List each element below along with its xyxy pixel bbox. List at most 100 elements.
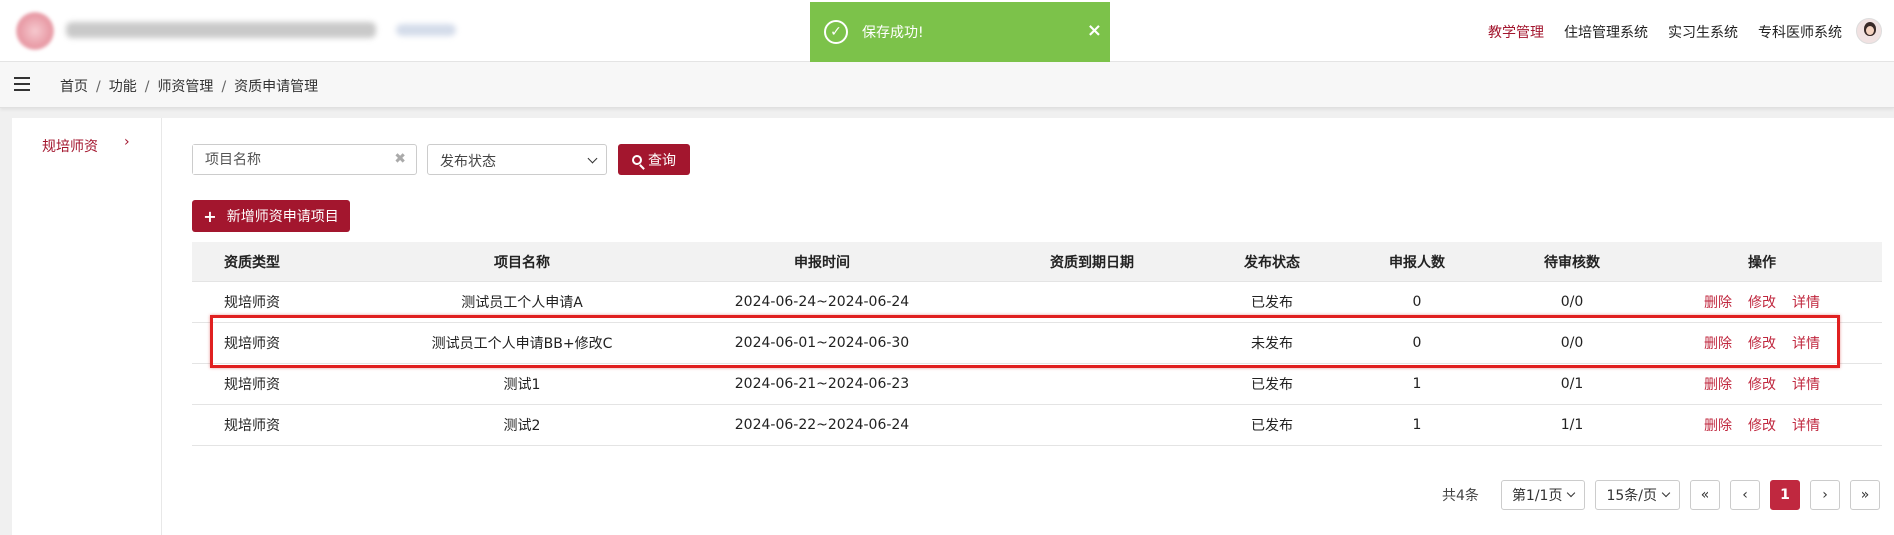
toast-message: 保存成功! [862,25,924,41]
add-qualification-project-button[interactable]: + 新增师资申请项目 [192,200,350,232]
header-qualification-type: 资质类型 [224,254,280,271]
query-button[interactable]: 查询 [618,144,690,175]
query-button-label: 查询 [648,152,676,169]
cell-type: 规培师资 [224,295,280,311]
cell-period: 2024-06-01~2024-06-30 [734,335,910,351]
delete-link[interactable]: 删除 [1704,333,1732,353]
delete-link[interactable]: 删除 [1704,415,1732,435]
breadcrumb: 首页 / 功能 / 师资管理 / 资质申请管理 [60,79,319,95]
cell-name: 测试1 [503,377,541,393]
delete-link[interactable]: 删除 [1704,374,1732,394]
edit-link[interactable]: 修改 [1748,292,1776,312]
chevron-right-icon: › [124,134,130,150]
cell-pending: 0/0 [1560,294,1584,310]
cell-applicants: 1 [1412,417,1422,433]
header-project-name: 项目名称 [494,254,550,271]
chevron-down-icon [1567,488,1576,498]
hospital-logo [16,12,54,50]
header-applicant-count: 申报人数 [1389,254,1445,271]
sidebar-item-residency-teachers[interactable]: 规培师资 [42,136,98,156]
qualification-table: 资质类型 项目名称 申报时间 资质到期日期 发布状态 申报人数 待审核数 操作 … [192,242,1882,446]
delete-link[interactable]: 删除 [1704,292,1732,312]
pagination: 共4条 第1/1页 15条/页 « ‹ 1 › » [1442,480,1880,510]
last-page-button[interactable]: » [1850,480,1880,510]
prev-page-button[interactable]: ‹ [1730,480,1760,510]
sidebar: 规培师资 › [12,118,162,535]
cell-name: 测试员工个人申请BB+修改C [431,336,613,352]
cell-expiry [992,282,1192,322]
breadcrumb-function[interactable]: 功能 [109,79,137,95]
cell-pending: 0/0 [1560,335,1584,351]
table-row: 规培师资 测试员工个人申请A 2024-06-24~2024-06-24 已发布… [192,282,1882,323]
next-page-button[interactable]: › [1810,480,1840,510]
current-page-button[interactable]: 1 [1770,480,1800,510]
cell-status: 已发布 [1251,295,1293,311]
cell-expiry [992,364,1192,404]
topnav-residency-system[interactable]: 住培管理系统 [1564,22,1648,42]
check-circle-icon: ✓ [824,20,848,44]
topnav-intern-system[interactable]: 实习生系统 [1668,22,1738,42]
cell-expiry [992,405,1192,445]
cell-name: 测试2 [503,418,541,434]
project-name-input[interactable] [193,145,383,174]
topnav-specialist-system[interactable]: 专科医师系统 [1758,22,1842,42]
page-select-value: 第1/1页 [1511,488,1563,504]
edit-link[interactable]: 修改 [1748,374,1776,394]
table-row: 规培师资 测试员工个人申请BB+修改C 2024-06-01~2024-06-3… [192,323,1882,364]
first-page-button[interactable]: « [1690,480,1720,510]
organization-subtitle-blurred [396,24,456,36]
add-button-label: 新增师资申请项目 [226,209,339,225]
clear-icon[interactable]: ✖ [394,151,406,167]
success-toast: ✓ 保存成功! × [810,2,1110,62]
cell-actions: 删除 修改 详情 [1652,405,1872,445]
header-application-period: 申报时间 [794,254,850,271]
cell-pending: 0/1 [1560,376,1584,392]
page-size-select[interactable]: 15条/页 [1595,480,1680,510]
publish-status-select[interactable]: 发布状态 [427,144,607,175]
organization-name-blurred [66,22,376,38]
header-actions: 操作 [1748,254,1776,271]
cell-period: 2024-06-24~2024-06-24 [734,294,910,310]
cell-type: 规培师资 [224,377,280,393]
cell-applicants: 0 [1412,294,1422,310]
cell-status: 已发布 [1251,418,1293,434]
cell-period: 2024-06-21~2024-06-23 [734,376,910,392]
table-header-row: 资质类型 项目名称 申报时间 资质到期日期 发布状态 申报人数 待审核数 操作 [192,242,1882,282]
cell-actions: 删除 修改 详情 [1652,364,1872,404]
header-expiry-date: 资质到期日期 [1050,254,1134,271]
cell-expiry [992,323,1192,363]
detail-link[interactable]: 详情 [1792,415,1820,435]
detail-link[interactable]: 详情 [1792,292,1820,312]
chevron-down-icon [587,153,598,164]
cell-name: 测试员工个人申请A [461,295,583,311]
table-row: 规培师资 测试2 2024-06-22~2024-06-24 已发布 1 1/1… [192,405,1882,446]
header-publish-status: 发布状态 [1244,254,1300,271]
breadcrumb-teacher-management[interactable]: 师资管理 [157,79,213,95]
total-count: 共4条 [1442,488,1479,504]
cell-period: 2024-06-22~2024-06-24 [734,417,910,433]
page-select[interactable]: 第1/1页 [1500,480,1586,510]
cell-actions: 删除 修改 详情 [1652,282,1872,322]
detail-link[interactable]: 详情 [1792,333,1820,353]
detail-link[interactable]: 详情 [1792,374,1820,394]
publish-status-select-value: 发布状态 [440,154,496,170]
breadcrumb-home[interactable]: 首页 [60,79,88,95]
hamburger-menu-icon[interactable] [14,77,30,91]
page-size-select-value: 15条/页 [1606,488,1657,504]
project-name-search: ✖ [192,144,417,175]
user-avatar[interactable] [1856,18,1882,44]
cell-status: 未发布 [1251,336,1293,352]
cell-pending: 1/1 [1560,417,1584,433]
cell-status: 已发布 [1251,377,1293,393]
breadcrumb-bar: 首页 / 功能 / 师资管理 / 资质申请管理 [0,62,1894,108]
cell-applicants: 0 [1412,335,1422,351]
main-content: 规培师资 › ✖ 发布状态 查询 + 新增师资申请项目 资质类型 项目名称 申报… [12,118,1894,535]
edit-link[interactable]: 修改 [1748,415,1776,435]
topnav-teaching-management[interactable]: 教学管理 [1488,22,1544,42]
edit-link[interactable]: 修改 [1748,333,1776,353]
cell-type: 规培师资 [224,418,280,434]
breadcrumb-qualification-management: 资质申请管理 [234,79,319,95]
cell-type: 规培师资 [224,336,280,352]
cell-applicants: 1 [1412,376,1422,392]
close-icon[interactable]: × [1087,20,1102,41]
